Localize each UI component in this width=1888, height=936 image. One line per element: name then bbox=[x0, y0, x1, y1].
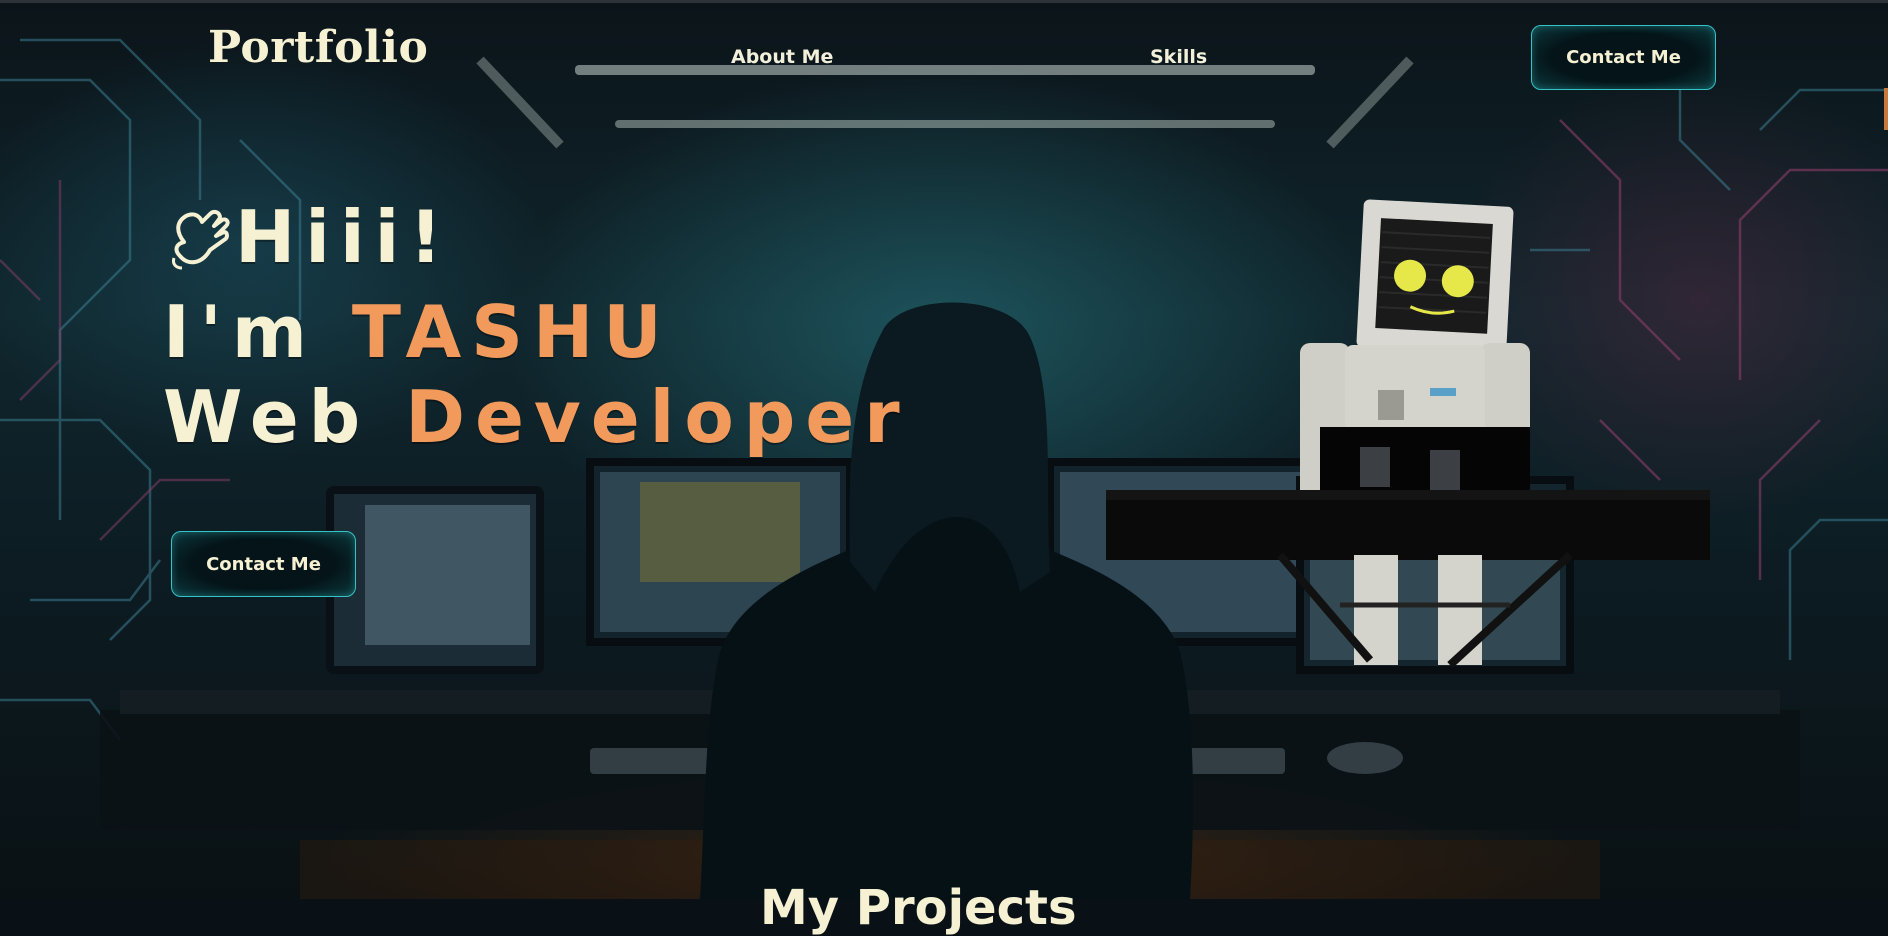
waving-hand-icon bbox=[172, 209, 230, 270]
hero-contact-button[interactable]: Contact Me bbox=[171, 531, 356, 597]
nav-about-me[interactable]: About Me bbox=[731, 46, 833, 68]
hero-intro: I'm TASHU bbox=[163, 290, 672, 374]
accent-edge bbox=[1884, 88, 1888, 130]
logo[interactable]: Portfolio bbox=[208, 22, 428, 73]
hero-greeting: Hiii! bbox=[235, 195, 452, 279]
nav-contact-button[interactable]: Contact Me bbox=[1531, 25, 1716, 90]
intro-prefix: I'm bbox=[163, 290, 352, 374]
robot-illustration bbox=[1106, 199, 1710, 668]
hero-name: TASHU bbox=[351, 290, 672, 374]
role-prefix: Web bbox=[163, 375, 406, 459]
hero-role: Web Developer bbox=[163, 375, 910, 459]
greeting-text: Hiii! bbox=[235, 195, 453, 279]
nav-skills[interactable]: Skills bbox=[1150, 46, 1207, 68]
projects-section-title: My Projects bbox=[760, 880, 1077, 936]
role-title: Developer bbox=[405, 375, 910, 459]
top-border bbox=[0, 0, 1888, 3]
